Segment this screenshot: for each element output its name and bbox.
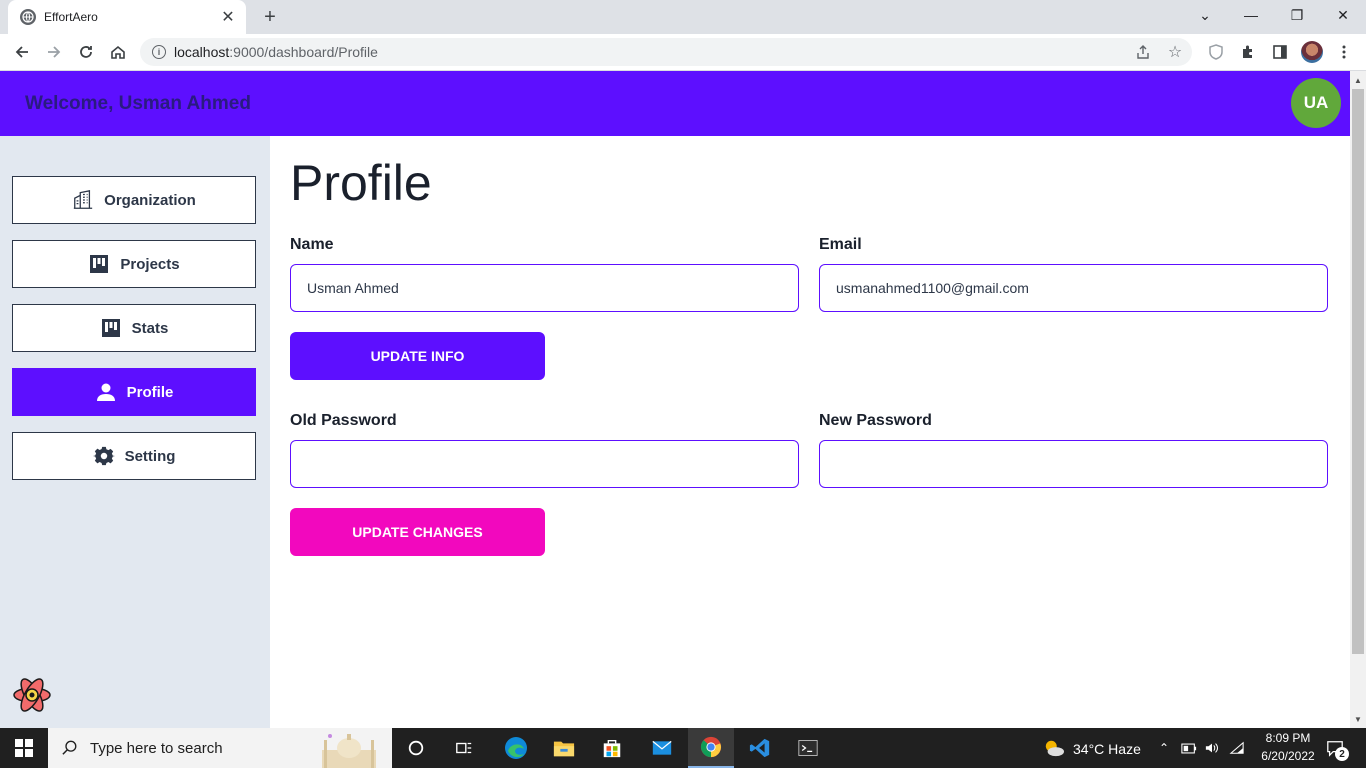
weather-text[interactable]: 34°C Haze (1073, 741, 1141, 757)
weather-icon[interactable] (1040, 728, 1068, 768)
page-title: Profile (290, 155, 432, 211)
search-placeholder: Type here to search (90, 739, 223, 757)
update-changes-button[interactable]: UPDATE CHANGES (290, 508, 545, 556)
profile-content: Profile Name Email UPDATE INFO Old Passw… (270, 136, 1350, 728)
sidebar-item-label: Setting (124, 447, 176, 465)
browser-menu-icon[interactable] (1332, 40, 1356, 64)
browser-tab[interactable]: EffortAero ✕ (8, 0, 246, 34)
share-icon[interactable] (1134, 43, 1152, 61)
wifi-icon[interactable] (1228, 728, 1246, 768)
user-icon (95, 381, 117, 403)
react-devtools-icon[interactable] (12, 675, 52, 715)
update-info-button[interactable]: UPDATE INFO (290, 332, 545, 380)
url-path: :9000/dashboard/Profile (229, 44, 378, 60)
sidebar-item-label: Projects (120, 255, 180, 273)
tab-title: EffortAero (44, 10, 98, 24)
email-label: Email (819, 236, 862, 253)
search-icon (62, 740, 77, 755)
new-password-label: New Password (819, 412, 932, 429)
cortana-icon[interactable] (398, 728, 434, 768)
browser-tab-strip: EffortAero ✕ + ⌄ — ❐ ✕ (0, 0, 1366, 34)
name-label: Name (290, 236, 334, 253)
forward-button[interactable] (42, 40, 66, 64)
bookmark-star-icon[interactable]: ☆ (1166, 43, 1184, 61)
url-host: localhost (174, 44, 230, 60)
sidebar-item-label: Profile (126, 383, 174, 401)
vscode-icon[interactable] (740, 728, 780, 768)
gear-icon (92, 445, 115, 467)
building-icon (72, 189, 94, 211)
back-button[interactable] (10, 40, 34, 64)
browser-toolbar: i localhost:9000/dashboard/Profile ☆ (0, 34, 1366, 71)
old-password-field[interactable] (290, 440, 799, 488)
globe-icon (20, 9, 36, 25)
minimize-button[interactable]: — (1228, 0, 1274, 30)
notification-center-button[interactable]: 2 (1320, 728, 1350, 768)
windows-logo-icon (15, 739, 33, 757)
home-button[interactable] (106, 40, 130, 64)
taskbar-search-box[interactable]: Type here to search (48, 728, 392, 768)
sidebar-item-projects[interactable]: Projects (12, 240, 256, 288)
shield-extension-icon[interactable] (1204, 40, 1228, 64)
volume-icon[interactable] (1203, 728, 1221, 768)
reload-icon (80, 46, 92, 58)
close-window-button[interactable]: ✕ (1320, 0, 1366, 30)
user-avatar[interactable]: UA (1291, 78, 1341, 128)
browser-profile-avatar[interactable] (1301, 41, 1323, 63)
taj-mahal-search-highlight-icon (322, 734, 376, 768)
chevron-up-icon[interactable]: ⌃ (1156, 728, 1172, 768)
mail-icon[interactable] (642, 728, 682, 768)
terminal-icon[interactable] (788, 728, 828, 768)
sidebar-item-label: Stats (131, 319, 169, 337)
sidebar-item-organization[interactable]: Organization (12, 176, 256, 224)
arrow-right-icon (48, 46, 61, 58)
restore-button[interactable]: ❐ (1274, 0, 1320, 30)
sidebar-item-setting[interactable]: Setting (12, 432, 256, 480)
notification-badge: 2 (1335, 747, 1349, 761)
file-explorer-icon[interactable] (544, 728, 584, 768)
scroll-down-icon[interactable]: ▼ (1350, 712, 1366, 726)
sidebar-item-profile[interactable]: Profile (12, 368, 256, 416)
chrome-taskbar-icon[interactable] (688, 728, 734, 768)
task-view-icon[interactable] (446, 728, 482, 768)
welcome-text: Welcome, Usman Ahmed (25, 93, 251, 114)
sidebar-item-stats[interactable]: Stats (12, 304, 256, 352)
scroll-up-icon[interactable]: ▲ (1350, 73, 1366, 87)
new-password-field[interactable] (819, 440, 1328, 488)
old-password-label: Old Password (290, 412, 397, 429)
site-info-icon[interactable]: i (152, 45, 166, 59)
email-field[interactable] (819, 264, 1328, 312)
home-icon (111, 45, 125, 59)
board-icon (100, 317, 122, 339)
extensions-puzzle-icon[interactable] (1236, 40, 1260, 64)
app-header: Welcome, Usman Ahmed UA (0, 71, 1350, 136)
tab-search-icon[interactable]: ⌄ (1182, 0, 1228, 30)
clock-date[interactable]: 6/20/2022 (1254, 749, 1322, 763)
edge-browser-icon[interactable] (496, 728, 536, 768)
side-panel-icon[interactable] (1268, 40, 1292, 64)
windows-start-button[interactable] (0, 728, 48, 768)
close-tab-icon[interactable]: ✕ (220, 9, 236, 26)
reload-button[interactable] (74, 40, 98, 64)
new-tab-button[interactable]: + (258, 6, 282, 28)
windows-taskbar: Type here to search 34°C Haze ⌃ 8:09 PM … (0, 728, 1366, 768)
sidebar: Organization Projects Stats Profile Sett… (0, 136, 270, 728)
battery-icon[interactable] (1180, 728, 1198, 768)
arrow-left-icon (15, 46, 28, 58)
address-bar[interactable]: i localhost:9000/dashboard/Profile ☆ (140, 38, 1192, 66)
name-field[interactable] (290, 264, 799, 312)
page-scrollbar[interactable]: ▲ ▼ (1350, 71, 1366, 728)
clock-time[interactable]: 8:09 PM (1256, 731, 1320, 745)
sidebar-item-label: Organization (104, 191, 196, 209)
scrollbar-thumb[interactable] (1352, 89, 1364, 654)
microsoft-store-icon[interactable] (592, 728, 632, 768)
board-icon (88, 253, 110, 275)
